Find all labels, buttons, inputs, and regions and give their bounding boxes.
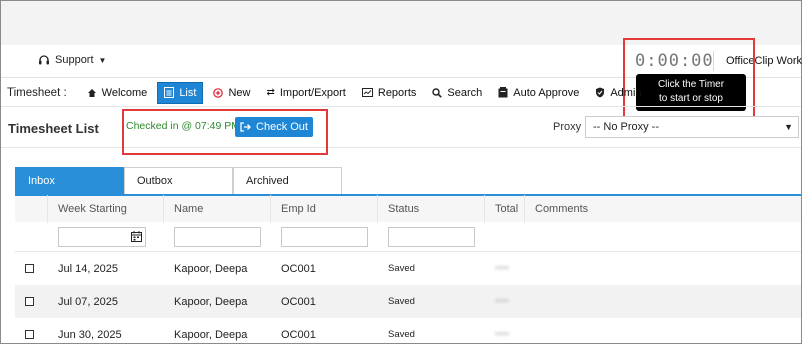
calendar-icon[interactable] [131,230,142,242]
home-icon [87,88,96,97]
empid-filter-input[interactable] [281,226,368,247]
week-filter-input[interactable] [58,226,146,247]
proxy-value: -- No Proxy -- [593,121,659,133]
support-menu[interactable]: Support ▼ [38,54,106,66]
title-bar: Timesheet List Checked in @ 07:49 PM Che… [1,108,801,148]
row-checkbox[interactable] [25,330,34,339]
list-icon [164,87,175,98]
header-comments[interactable]: Comments [525,195,801,223]
shield-icon [596,87,605,98]
nav-new[interactable]: New [207,82,256,104]
table-row[interactable]: Jul 07, 2025 Kapoor, Deepa OC001 Saved •… [15,285,801,318]
plus-circle-icon [213,87,224,98]
nav-list[interactable]: List [157,81,204,104]
checkin-highlight-box [122,109,328,155]
row-total: •••• [495,263,510,274]
nav-admin-label: Admin [610,86,642,99]
header-status[interactable]: Status [378,195,485,223]
nav-welcome[interactable]: Welcome [81,82,154,104]
header-name[interactable]: Name [164,195,271,223]
tab-archived[interactable]: Archived [233,167,342,194]
nav-import-export-label: Import/Export [279,86,346,99]
nav-welcome-label: Welcome [101,86,148,99]
header-week-starting[interactable]: Week Starting [48,195,164,223]
row-status: Saved [388,329,415,340]
row-emp-id: OC001 [281,262,316,275]
nav-reports[interactable]: Reports [356,82,423,104]
timesheet-nav: Timesheet : Welcome List New ⇄ Import/Ex… [1,79,801,107]
nav-import-export[interactable]: ⇄ Import/Export [260,82,351,104]
nav-new-label: New [228,86,251,99]
timesheet-table: Week Starting Name Emp Id Status Total C… [15,194,801,344]
proxy-label: Proxy [553,121,582,133]
swap-icon: ⇄ [266,87,275,98]
nav-auto-approve-label: Auto Approve [513,86,580,99]
support-label: Support [55,54,94,66]
row-checkbox[interactable] [25,297,34,306]
nav-auto-approve[interactable]: Auto Approve [492,82,585,104]
tab-outbox[interactable]: Outbox [124,167,233,194]
proxy-select[interactable]: -- No Proxy -- ▼ [585,116,799,138]
row-total: •••• [495,329,510,340]
tab-bar: Inbox Outbox Archived [15,167,342,194]
name-filter-input[interactable] [174,226,261,247]
header-total[interactable]: Total [485,195,525,223]
caret-down-icon: ▼ [98,55,107,65]
row-week: Jul 14, 2025 [58,262,118,275]
row-week: Jun 30, 2025 [58,328,122,341]
tab-inbox[interactable]: Inbox [15,167,124,194]
nav-search-label: Search [447,86,483,99]
row-emp-id: OC001 [281,328,316,341]
row-status: Saved [388,263,415,274]
caret-down-icon: ▼ [784,122,793,132]
headset-icon [39,55,49,65]
table-row[interactable]: Jul 14, 2025 Kapoor, Deepa OC001 Saved •… [15,252,801,285]
nav-label: Timesheet : [7,86,67,99]
header-select [15,195,48,223]
row-name: Kapoor, Deepa [174,295,248,308]
nav-search[interactable]: Search [426,82,488,104]
approve-icon [498,87,508,98]
search-icon [432,87,443,98]
table-header: Week Starting Name Emp Id Status Total C… [15,194,801,223]
nav-reports-label: Reports [377,86,417,99]
row-emp-id: OC001 [281,295,316,308]
table-row[interactable]: Jun 30, 2025 Kapoor, Deepa OC001 Saved •… [15,318,801,344]
status-filter-input[interactable] [388,226,475,247]
row-name: Kapoor, Deepa [174,262,248,275]
row-total: •••• [495,296,510,307]
row-checkbox[interactable] [25,264,34,273]
header-emp-id[interactable]: Emp Id [271,195,378,223]
row-name: Kapoor, Deepa [174,328,248,341]
report-icon [361,88,373,97]
page-title: Timesheet List [8,121,99,136]
row-week: Jul 07, 2025 [58,295,118,308]
filter-row [15,222,801,252]
row-status: Saved [388,296,415,307]
nav-admin[interactable]: Admin [589,82,647,104]
nav-list-label: List [179,86,197,99]
